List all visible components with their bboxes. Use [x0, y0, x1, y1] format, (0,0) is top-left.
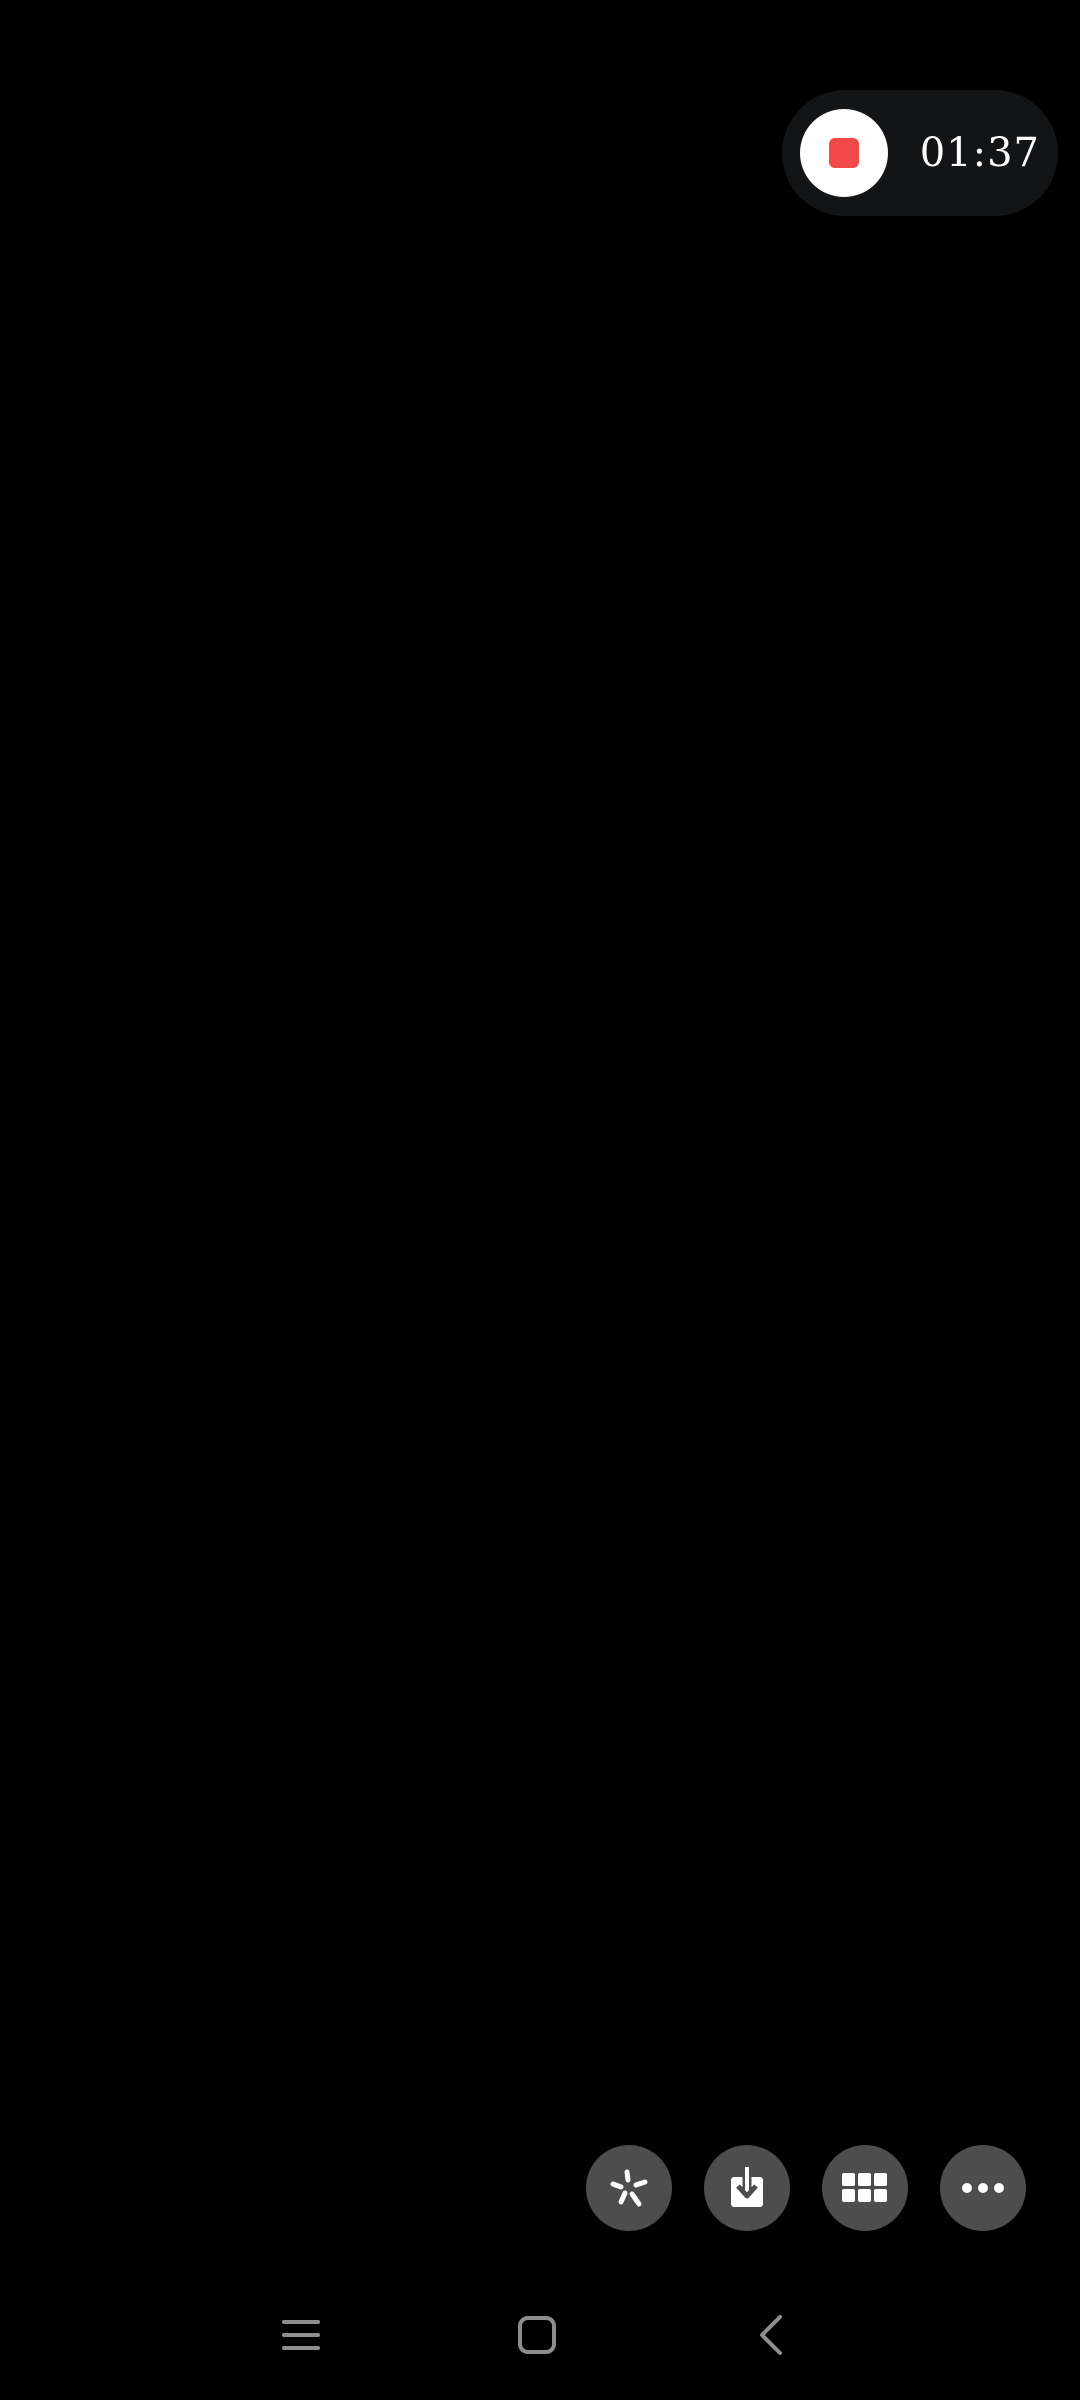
download-button[interactable] — [704, 2145, 790, 2231]
more-icon — [962, 2183, 1004, 2193]
download-icon — [731, 2167, 763, 2207]
stop-recording-button[interactable] — [800, 109, 888, 197]
grid-icon — [842, 2173, 887, 2202]
back-button[interactable] — [726, 2290, 816, 2380]
back-icon — [760, 2315, 782, 2355]
recent-apps-button[interactable] — [256, 2290, 346, 2380]
stop-icon — [829, 138, 859, 168]
sparkle-icon — [610, 2169, 648, 2207]
more-button[interactable] — [940, 2145, 1026, 2231]
screen-recorder-pill[interactable]: 01:37 — [782, 90, 1058, 216]
grid-button[interactable] — [822, 2145, 908, 2231]
recording-timer: 01:37 — [919, 130, 1040, 176]
home-icon — [518, 2316, 556, 2354]
floating-toolbar — [0, 2145, 1080, 2231]
home-button[interactable] — [492, 2290, 582, 2380]
system-navigation-bar — [0, 2290, 1080, 2380]
recent-apps-icon — [282, 2320, 320, 2350]
sparkle-button[interactable] — [586, 2145, 672, 2231]
